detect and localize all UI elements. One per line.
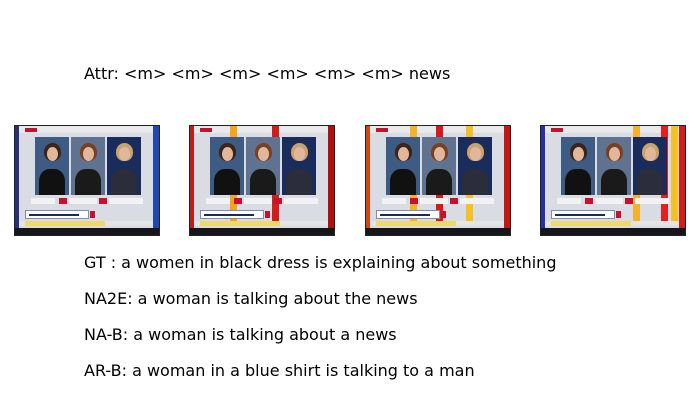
caption-na2e: NA2E: a woman is talking about the news (84, 289, 418, 308)
video-frame-3 (365, 125, 511, 236)
presenter-panel (561, 137, 595, 195)
guest-panel (633, 137, 667, 195)
sky-news-logo (25, 128, 37, 132)
frame-edge-left (366, 126, 370, 235)
caption-na-b: NA-B: a woman is talking about a news (84, 325, 397, 344)
frame-edge-left (541, 126, 545, 235)
video-frame-4 (540, 125, 686, 236)
guest-panel (458, 137, 492, 195)
frame-edge-right (679, 126, 685, 235)
headline-bar (25, 210, 89, 219)
frame-edge-left (15, 126, 19, 235)
sky-news-logo (200, 128, 212, 132)
color-stripe (671, 126, 678, 222)
frame-edge-right (328, 126, 334, 235)
frame-edge-right (504, 126, 510, 235)
presenter-panel (35, 137, 69, 195)
sky-news-logo (376, 128, 388, 132)
presenter-panel (386, 137, 420, 195)
sky-news-logo (551, 128, 563, 132)
headline-bar (376, 210, 440, 219)
guest-panel (246, 137, 280, 195)
video-frame-2 (189, 125, 335, 236)
video-frame-1 (14, 125, 160, 236)
headline-bar (551, 210, 615, 219)
caption-ar-b: AR-B: a woman in a blue shirt is talking… (84, 361, 475, 380)
guest-panel (107, 137, 141, 195)
guest-panel (422, 137, 456, 195)
frame-edge-left (190, 126, 194, 235)
caption-gt: GT : a women in black dress is explainin… (84, 253, 557, 272)
guest-panel (71, 137, 105, 195)
attribute-tokens-label: Attr: <m> <m> <m> <m> <m> <m> news (84, 64, 451, 83)
guest-panel (597, 137, 631, 195)
guest-panel (282, 137, 316, 195)
headline-bar (200, 210, 264, 219)
frame-edge-right (153, 126, 159, 235)
presenter-panel (210, 137, 244, 195)
